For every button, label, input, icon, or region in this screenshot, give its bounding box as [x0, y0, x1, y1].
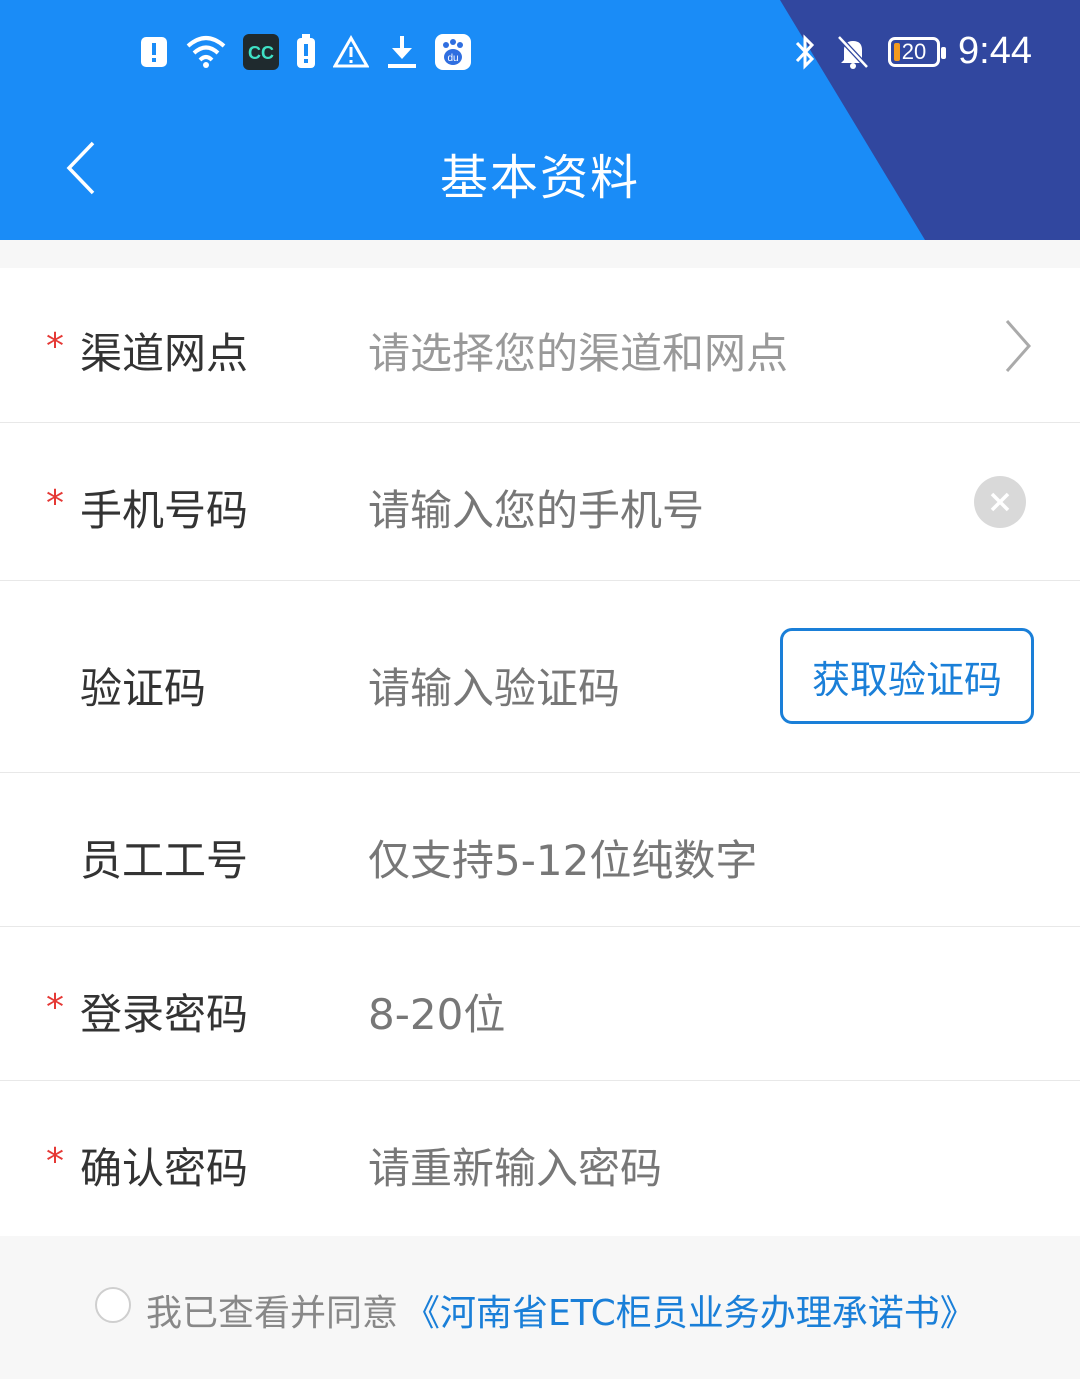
status-bar: CC du 20 9:44: [0, 0, 1080, 110]
page-title: 基本资料: [439, 150, 640, 206]
phone-input[interactable]: 请输入您的手机号: [368, 477, 704, 538]
employee-id-row: 员工工号 仅支持5-12位纯数字: [0, 773, 1080, 927]
svg-text:CC: CC: [248, 43, 274, 63]
channel-outlet-selector[interactable]: 请选择您的渠道和网点: [368, 320, 788, 381]
alert-icon: [138, 32, 170, 72]
battery-icon: 20: [888, 36, 947, 67]
phone-label: 手机号码: [80, 486, 249, 535]
phone-row: * 手机号码 请输入您的手机号: [0, 423, 1080, 581]
get-code-button[interactable]: 获取验证码: [780, 628, 1034, 724]
verification-code-input[interactable]: 请输入验证码: [368, 655, 620, 716]
login-password-input[interactable]: 8-20位: [368, 981, 505, 1042]
agreement-section: 我已查看并同意 《河南省ETC柜员业务办理承诺书》: [0, 1236, 1080, 1379]
sim-alert-icon: [294, 32, 318, 72]
warning-icon: [332, 32, 370, 72]
status-right-icons: 20 9:44: [792, 30, 1032, 73]
login-password-row: * 登录密码 8-20位: [0, 927, 1080, 1081]
confirm-password-label: 确认密码: [80, 1144, 249, 1193]
app-cc-icon: CC: [242, 32, 280, 72]
download-icon: [384, 32, 420, 72]
required-mark: *: [46, 987, 64, 1028]
verification-code-row: 验证码 请输入验证码 获取验证码: [0, 581, 1080, 773]
svg-text:du: du: [447, 53, 458, 64]
chevron-right-icon[interactable]: [1000, 316, 1036, 376]
confirm-password-input[interactable]: 请重新输入密码: [368, 1135, 662, 1196]
agreement-link[interactable]: 《河南省ETC柜员业务办理承诺书》: [404, 1284, 976, 1336]
verification-code-label: 验证码: [80, 664, 207, 713]
app-header: CC du 20 9:44 基本资料: [0, 0, 1080, 240]
clear-icon[interactable]: [974, 476, 1026, 528]
required-mark: *: [46, 1141, 64, 1182]
channel-outlet-label: 渠道网点: [80, 329, 249, 378]
channel-outlet-row[interactable]: * 渠道网点 请选择您的渠道和网点: [0, 268, 1080, 423]
agreement-checkbox[interactable]: [95, 1287, 131, 1323]
employee-id-label: 员工工号: [80, 836, 249, 885]
baidu-icon: du: [434, 32, 472, 72]
bluetooth-icon: [792, 32, 818, 72]
agreement-text: 我已查看并同意: [146, 1293, 399, 1334]
battery-level: [894, 42, 901, 61]
battery-level-text: 20: [901, 38, 927, 64]
required-mark: *: [46, 483, 64, 524]
wifi-icon: [184, 32, 228, 72]
confirm-password-row: * 确认密码 请重新输入密码: [0, 1081, 1080, 1236]
status-time: 9:44: [958, 30, 1032, 72]
mute-bell-icon: [836, 32, 870, 72]
employee-id-input[interactable]: 仅支持5-12位纯数字: [368, 827, 757, 888]
status-left-icons: CC du: [138, 32, 472, 72]
basic-info-form: * 渠道网点 请选择您的渠道和网点 * 手机号码 请输入您的手机号 验证码 请输…: [0, 268, 1080, 1236]
required-mark: *: [46, 326, 64, 367]
login-password-label: 登录密码: [80, 990, 249, 1039]
